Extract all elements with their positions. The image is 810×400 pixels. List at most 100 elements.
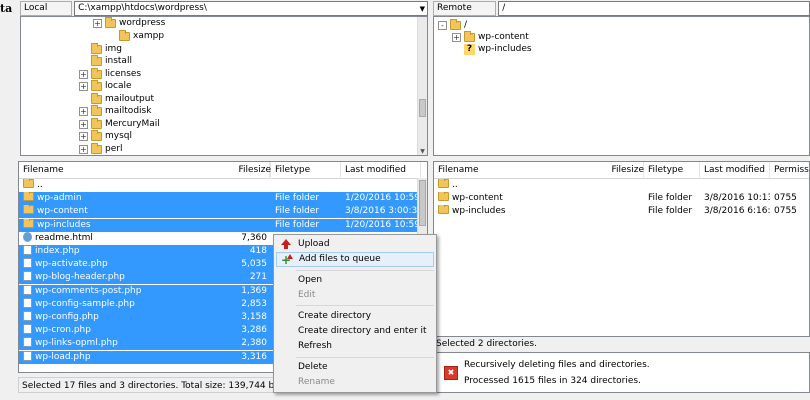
folder-icon xyxy=(91,142,102,154)
remote-site-label: Remote site: xyxy=(433,0,497,26)
expand-toggle-icon[interactable]: + xyxy=(79,119,88,129)
menu-item-create-directory-enter[interactable]: Create directory and enter it xyxy=(276,324,434,339)
tree-item[interactable]: xampp xyxy=(107,29,165,42)
table-row[interactable]: wp-admin File folder 1/20/2016 10:59:45... xyxy=(19,192,419,206)
menu-item-create-directory[interactable]: Create directory xyxy=(276,309,434,324)
remote-site-path[interactable]: / xyxy=(498,0,810,16)
cell-filename: wp-includes xyxy=(438,205,638,218)
table-row[interactable]: wp-content File folder 3/8/2016 3:00:33 PM xyxy=(19,205,419,219)
local-site-path-text: C:\xampp\htdocs\wordpress\ xyxy=(78,3,207,13)
folder-icon xyxy=(105,17,116,28)
col-last-modified[interactable]: Last modified xyxy=(700,162,770,179)
operation-log: ✖ Recursively deleting files and directo… xyxy=(433,352,810,393)
menu-item-upload[interactable]: Upload xyxy=(276,237,434,252)
col-permissions[interactable]: Permission xyxy=(770,162,809,179)
menu-item-add-to-queue[interactable]: + Add files to queue xyxy=(276,252,434,267)
menu-item-refresh[interactable]: Refresh xyxy=(276,339,434,354)
tree-item[interactable]: + licenses xyxy=(79,67,142,80)
scrollbar-thumb[interactable] xyxy=(419,180,426,226)
local-directory-tree: + wordpress xampp img install + licenses + local… xyxy=(20,16,428,156)
table-row[interactable]: wp-includes File folder 1/20/2016 10:59:46… xyxy=(19,218,419,232)
folder-icon xyxy=(438,179,449,188)
tree-item[interactable]: + wp-content xyxy=(452,30,529,43)
cell-filesize: 7,360 xyxy=(241,232,267,243)
tree-item-label: xampp xyxy=(133,31,165,41)
menu-item-edit[interactable]: Edit xyxy=(276,288,434,303)
col-filename[interactable]: Filename xyxy=(19,162,270,179)
file-icon xyxy=(23,258,32,269)
local-tree-scrollbar[interactable]: ▼ xyxy=(417,17,427,155)
file-icon xyxy=(23,297,32,308)
folder-icon xyxy=(91,42,102,54)
folder-icon xyxy=(438,205,449,215)
cell-filesize: 3,286 xyxy=(241,325,267,336)
expand-toggle-icon[interactable]: + xyxy=(79,69,88,79)
cell-permissions xyxy=(774,179,808,192)
cell-filesize: 3,316 xyxy=(241,351,267,362)
cell-filesize: 2,380 xyxy=(241,338,267,349)
menu-item-delete[interactable]: Delete xyxy=(276,360,434,375)
menu-item-open[interactable]: Open xyxy=(276,273,434,288)
tree-item[interactable]: + MercuryMail xyxy=(79,117,160,130)
expand-toggle-icon[interactable]: + xyxy=(93,18,102,28)
cell-last-modified xyxy=(704,179,770,192)
cell-filetype: File folder xyxy=(275,219,320,230)
table-row[interactable]: wp-includes File folder 3/8/2016 6:16:0...… xyxy=(434,205,809,218)
tree-item[interactable]: + locale xyxy=(79,79,132,92)
col-last-modified[interactable]: Last modified xyxy=(341,162,421,179)
stop-icon[interactable]: ✖ xyxy=(444,366,458,380)
cell-filesize: 418 xyxy=(249,246,267,256)
tree-item[interactable]: + wordpress xyxy=(93,17,165,29)
filename-text: .. xyxy=(37,180,43,190)
local-site-path[interactable]: C:\xampp\htdocs\wordpress\ ▼ xyxy=(74,0,428,16)
filename-text: wp-blog-header.php xyxy=(35,272,125,283)
col-filetype[interactable]: Filetype xyxy=(644,162,700,179)
cell-filetype xyxy=(648,179,700,192)
cell-filename: wp-config.php xyxy=(23,311,223,324)
scroll-down-icon[interactable]: ▼ xyxy=(418,148,427,155)
scrollbar-thumb[interactable] xyxy=(419,99,426,117)
expand-toggle-icon[interactable]: + xyxy=(79,106,88,116)
file-icon xyxy=(23,350,32,361)
tree-item[interactable]: mailoutput xyxy=(79,92,154,105)
expand-toggle-icon[interactable]: - xyxy=(438,20,447,30)
expand-toggle-icon[interactable]: + xyxy=(79,81,88,91)
chevron-down-icon[interactable]: ▼ xyxy=(420,5,425,13)
folder-icon xyxy=(119,29,130,41)
col-filetype[interactable]: Filetype xyxy=(271,162,341,179)
remote-site-bar: Remote site: / xyxy=(433,0,810,26)
tree-item-label: licenses xyxy=(105,69,142,79)
tree-item[interactable]: ? wp-includes xyxy=(452,43,532,55)
tree-item-label: locale xyxy=(105,81,132,91)
cell-filename: wp-blog-header.php xyxy=(23,271,223,284)
table-row[interactable]: .. xyxy=(19,179,419,192)
folder-icon xyxy=(23,218,34,228)
cell-permissions: 0755 xyxy=(774,206,797,217)
expand-toggle-icon[interactable]: + xyxy=(79,131,88,141)
cell-filesize: 1,369 xyxy=(241,285,267,296)
cell-filename: wp-content xyxy=(438,192,638,205)
cell-filetype: File folder xyxy=(275,206,320,217)
table-row[interactable]: wp-content File folder 3/8/2016 10:13:... 0… xyxy=(434,192,809,205)
col-filesize[interactable]: Filesize xyxy=(604,162,644,179)
menu-item-rename[interactable]: Rename xyxy=(276,375,434,390)
menu-item-label: Upload xyxy=(298,239,330,249)
cell-filesize: 271 xyxy=(249,272,267,283)
folder-icon xyxy=(464,30,475,42)
menu-separator xyxy=(296,357,434,358)
tree-item[interactable]: install xyxy=(79,54,132,67)
table-row[interactable]: .. xyxy=(434,179,809,192)
cell-filename: wp-content xyxy=(23,205,223,218)
cell-filename: readme.html xyxy=(23,231,223,245)
expand-toggle-icon[interactable]: + xyxy=(79,144,88,154)
tree-item[interactable]: - / xyxy=(438,18,467,31)
expand-toggle-icon[interactable]: + xyxy=(452,32,461,42)
cell-filename: index.php xyxy=(23,245,223,258)
tree-item[interactable]: + perl xyxy=(79,142,122,155)
cell-last-modified: 1/20/2016 10:59:46... xyxy=(345,219,417,230)
cell-filetype xyxy=(275,179,341,192)
tree-item[interactable]: img xyxy=(79,42,122,55)
col-filesize[interactable]: Filesize xyxy=(234,162,271,179)
tree-item[interactable]: + mailtodisk xyxy=(79,104,151,117)
tree-item[interactable]: + mysql xyxy=(79,129,132,142)
